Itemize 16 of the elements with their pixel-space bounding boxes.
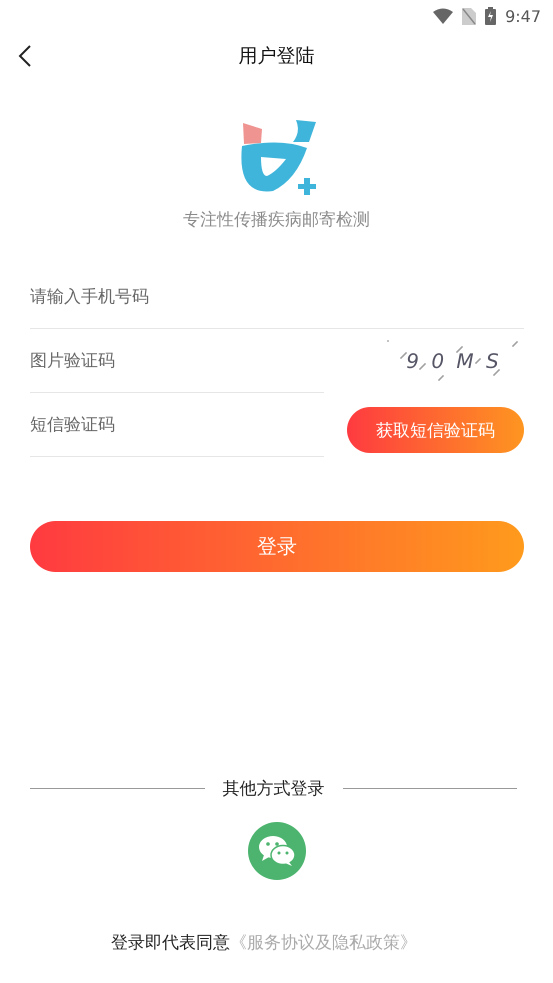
input-field[interactable]: 短信验证码 bbox=[30, 393, 324, 457]
input-field[interactable]: 图片验证码 bbox=[30, 329, 324, 393]
wifi-icon bbox=[433, 8, 454, 24]
agreement-text: 登录即代表同意 bbox=[111, 932, 230, 954]
login-button[interactable]: 登录 bbox=[30, 521, 524, 572]
back-button[interactable] bbox=[18, 45, 32, 67]
page-title: 用户登陆 bbox=[238, 44, 314, 69]
agreement-link[interactable]: 《服务协议及隐私政策》 bbox=[230, 931, 417, 954]
no-sim-icon bbox=[462, 8, 476, 24]
input-field[interactable]: 请输入手机号码 bbox=[30, 265, 524, 329]
battery-charging-icon bbox=[485, 7, 496, 25]
clock-time: 9:47 bbox=[505, 6, 541, 26]
get-code-button[interactable]: 获取短信验证码 bbox=[347, 407, 524, 453]
section-label: 其他方式登录 bbox=[222, 778, 324, 800]
slogan-text: 专注性传播疾病邮寄检测 bbox=[182, 209, 371, 231]
captcha-image[interactable]: 9 0 M S bbox=[384, 337, 524, 385]
